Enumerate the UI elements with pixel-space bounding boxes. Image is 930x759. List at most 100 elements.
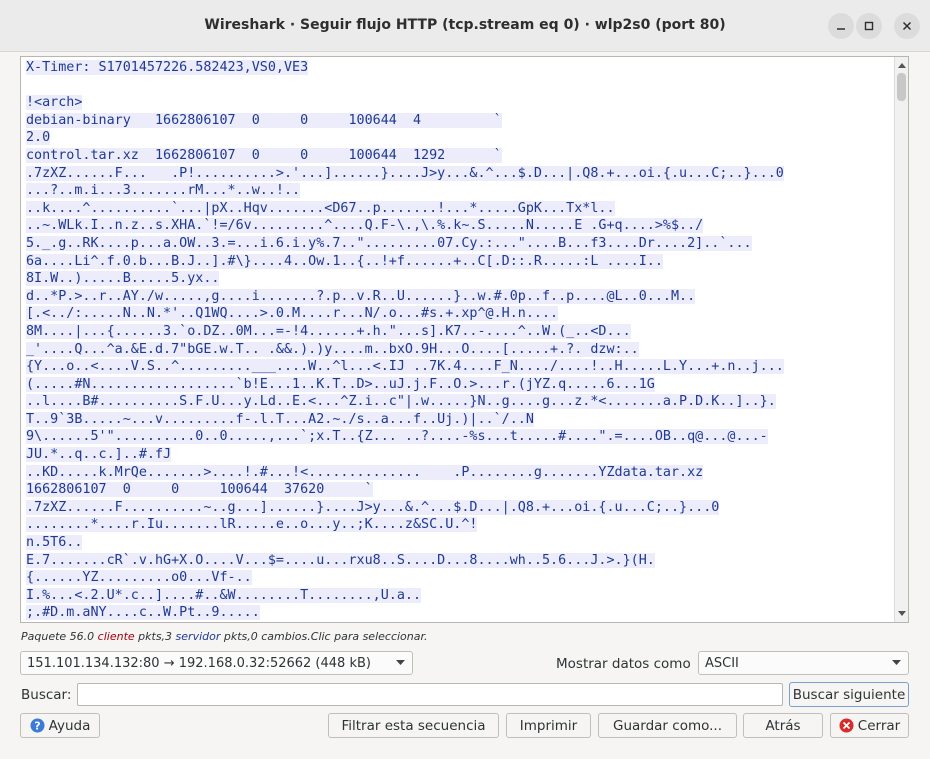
find-next-button[interactable]: Buscar siguiente [789,682,909,707]
close-window-button[interactable] [894,13,920,39]
conversation-select[interactable]: 151.101.134.132:80 → 192.168.0.32:52662 … [20,651,413,675]
save-as-label: Guardar como... [612,717,722,734]
stream-line-text: 5._.g..RK....p...a.OW..3.=...i.6.i.y%.7.… [26,235,752,251]
stream-line: {Y...o..<....V.S..^.........___....W..^l… [26,358,892,376]
help-button[interactable]: ? Ayuda [20,713,100,738]
stream-text-view[interactable]: X-Timer: S1701457226.582423,VS0,VE3 !<arc… [20,56,909,623]
stream-line-text: 6a....Li^.f.0.b...B.J..].#\}....4..Ow.1.… [26,253,663,269]
stream-line: .7zXZ......F... .P!..........>.'...]....… [26,165,892,183]
conversation-select-value: 151.101.134.132:80 → 192.168.0.32:52662 … [27,655,371,671]
scrollbar-thumb[interactable] [897,73,906,101]
stream-line-text: {......YZ.........o0...Vf-.. [26,570,252,586]
stream-line-text: control.tar.xz 1662806107 0 0 100644 129… [26,147,502,163]
stream-line: n.5T6.. [26,534,892,552]
show-data-as-value: ASCII [705,655,739,671]
stream-line: 9\......5'"..........0..0.....,...`;x.T.… [26,428,892,446]
stream-line-text: .7zXZ......F..........~..g...]......}...… [26,499,720,515]
close-circle-icon [839,718,854,733]
stream-line: .7zXZ......F..........~..g...]......}...… [26,499,892,517]
status-prefix: Paquete 56.0 [21,630,98,643]
stream-line: E.7.......cR`.v.hG+X.O....V...$=....u...… [26,552,892,570]
window-title: Wireshark · Seguir flujo HTTP (tcp.strea… [204,17,726,33]
stream-line [26,77,892,95]
stream-line-text: JU.*..q..c.]..#.fJ [26,447,172,463]
back-button[interactable]: Atrás [743,713,823,738]
status-middle: pkts,3 [134,630,176,643]
stream-line-text: 8I.W..).....B.....5.yx.. [26,271,220,287]
close-label: Cerrar [857,717,901,734]
show-data-as-select[interactable]: ASCII [698,651,909,675]
stream-content[interactable]: X-Timer: S1701457226.582423,VS0,VE3 !<arc… [26,59,892,622]
stream-line-text: d..*P.>..r..AY./w.....,g....i.......?.p.… [26,288,696,304]
help-icon: ? [30,718,45,733]
filter-stream-button[interactable]: Filtrar esta secuencia [328,713,499,738]
stream-line: 2.0 [26,129,892,147]
stream-line-text: ........*....r.Iu.......lR.....e..o...y.… [26,517,478,533]
stream-line-text: ;.#D.m.aNY....c..W.Pt..9..... [26,605,260,621]
stream-line: ..k....^..........`...|pX..Hqv.......<D6… [26,200,892,218]
stream-line-text: (.....#N..................`b!E...1..K.T.… [26,376,655,392]
stream-status-line: Paquete 56.0 cliente pkts,3 servidor pkt… [21,630,428,643]
scroll-up-arrow-icon[interactable] [896,59,908,71]
stream-line-text: {Y...o..<....V.S..^.........___....W..^l… [26,359,784,375]
find-input[interactable] [77,683,783,706]
stream-line: ..KD.....k.MrQe.......>....!.#...!<.....… [26,464,892,482]
print-label: Imprimir [519,717,578,734]
help-label: Ayuda [48,717,91,734]
stream-line: X-Timer: S1701457226.582423,VS0,VE3 [26,59,892,77]
stream-line: 1662806107 0 0 100644 37620 ` [26,481,892,499]
minimize-button[interactable] [828,13,854,39]
stream-line-text: ...?..m.i...3.......rM...*..w..!.. [26,183,301,199]
maximize-button[interactable] [856,13,882,39]
stream-line: 5._.g..RK....p...a.OW..3.=...i.6.i.y%.7.… [26,235,892,253]
stream-line-text: debian-binary 1662806107 0 0 100644 4 ` [26,112,502,128]
chevron-down-icon [396,660,405,665]
stream-line: 6a....Li^.f.0.b...B.J..].#\}....4..Ow.1.… [26,253,892,271]
stream-line-text: n.5T6.. [26,535,83,551]
stream-line-text: E.7.......cR`.v.hG+X.O....V...$=....u...… [26,552,655,568]
stream-line-text: I.%...<.2.U*.c..]....#..&W........T.....… [26,587,422,603]
stream-line: ;.#D.m.aNY....c..W.Pt..9..... [26,604,892,622]
find-next-label: Buscar siguiente [792,686,906,703]
stream-line-text: 8M....|...{......3.`o.DZ..0M...=-!4.....… [26,323,631,339]
vertical-scrollbar[interactable] [894,57,908,622]
stream-line: [.<../:.....N..N.*'..Q1WQ....>.0.M....r.… [26,305,892,323]
stream-line-text: [.<../:.....N..N.*'..Q1WQ....>.0.M....r.… [26,306,559,322]
stream-line: 8M....|...{......3.`o.DZ..0M...=-!4.....… [26,323,892,341]
filter-stream-label: Filtrar esta secuencia [341,717,486,734]
stream-line-text: 1662806107 0 0 100644 37620 ` [26,482,373,498]
svg-text:?: ? [34,719,40,732]
stream-line: ........*....r.Iu.......lR.....e..o...y.… [26,516,892,534]
close-icon [902,21,912,31]
stream-line-text: ..KD.....k.MrQe.......>....!.#...!<.....… [26,464,704,480]
stream-line-text: T..9`3B.....~...v.........f-.l.T...A2.~.… [26,411,534,427]
stream-line-text: !<arch> [26,95,83,111]
stream-line: control.tar.xz 1662806107 0 0 100644 129… [26,147,892,165]
stream-line-text: 2.0 [26,130,51,146]
find-label: Buscar: [21,687,72,703]
print-button[interactable]: Imprimir [506,713,591,738]
maximize-icon [864,21,874,31]
stream-line: ..~.WLk.I..n.z..s.XHA.`!=/6v.........^..… [26,217,892,235]
title-bar: Wireshark · Seguir flujo HTTP (tcp.strea… [0,0,930,52]
status-client-word: cliente [97,630,135,643]
back-label: Atrás [765,717,801,734]
stream-line-text: _'....Q...^a.&E.d.7"bGE.w.T.. .&&.).)y..… [26,341,639,357]
close-button[interactable]: Cerrar [830,713,909,738]
stream-line: d..*P.>..r..AY./w.....,g....i.......?.p.… [26,288,892,306]
scroll-down-arrow-icon[interactable] [896,608,908,620]
stream-line-text: .7zXZ......F... .P!..........>.'...]....… [26,165,784,181]
stream-line-text: ..k....^..........`...|pX..Hqv.......<D6… [26,200,615,216]
status-server-word: servidor [175,630,221,643]
stream-line: debian-binary 1662806107 0 0 100644 4 ` [26,112,892,130]
stream-line: T..9`3B.....~...v.........f-.l.T...A2.~.… [26,411,892,429]
stream-line-text: ..l....B#..........S.F.U...y.Ld..E.<...^… [26,394,776,410]
stream-line: ..l....B#..........S.F.U...y.Ld..E.<...^… [26,393,892,411]
save-as-button[interactable]: Guardar como... [598,713,737,738]
stream-line-text: X-Timer: S1701457226.582423,VS0,VE3 [26,60,309,75]
stream-line: 8I.W..).....B.....5.yx.. [26,270,892,288]
stream-line: _'....Q...^a.&E.d.7"bGE.w.T.. .&&.).)y..… [26,341,892,359]
stream-line: !<arch> [26,94,892,112]
stream-line: I.%...<.2.U*.c..]....#..&W........T.....… [26,587,892,605]
show-data-as-label: Mostrar datos como [556,656,691,672]
